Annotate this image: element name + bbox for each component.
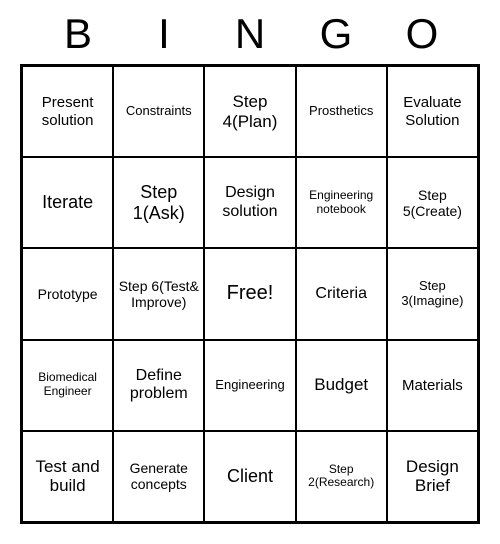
bingo-cell[interactable]: Budget	[296, 340, 387, 431]
bingo-cell[interactable]: Step 1(Ask)	[113, 157, 204, 248]
bingo-cell[interactable]: Step 6(Test& Improve)	[113, 248, 204, 339]
bingo-cell[interactable]: Define problem	[113, 340, 204, 431]
bingo-cell[interactable]: Materials	[387, 340, 478, 431]
bingo-cell[interactable]: Engineering	[204, 340, 295, 431]
bingo-cell[interactable]: Evaluate Solution	[387, 66, 478, 157]
bingo-cell[interactable]: Client	[204, 431, 295, 522]
header-letter-i: I	[134, 10, 194, 58]
bingo-cell[interactable]: Constraints	[113, 66, 204, 157]
bingo-cell-free[interactable]: Free!	[204, 248, 295, 339]
bingo-cell[interactable]: Step 2(Research)	[296, 431, 387, 522]
bingo-cell[interactable]: Criteria	[296, 248, 387, 339]
bingo-cell[interactable]: Generate concepts	[113, 431, 204, 522]
header-letter-n: N	[220, 10, 280, 58]
bingo-cell[interactable]: Design solution	[204, 157, 295, 248]
bingo-grid: Present solutionConstraintsStep 4(Plan)P…	[20, 64, 480, 524]
bingo-cell[interactable]: Prosthetics	[296, 66, 387, 157]
header-letter-o: O	[392, 10, 452, 58]
header-letter-b: B	[48, 10, 108, 58]
bingo-cell[interactable]: Iterate	[22, 157, 113, 248]
bingo-cell[interactable]: Step 5(Create)	[387, 157, 478, 248]
bingo-cell[interactable]: Biomedical Engineer	[22, 340, 113, 431]
bingo-header: B I N G O	[30, 10, 470, 58]
header-letter-g: G	[306, 10, 366, 58]
bingo-cell[interactable]: Present solution	[22, 66, 113, 157]
bingo-cell[interactable]: Step 3(Imagine)	[387, 248, 478, 339]
bingo-cell[interactable]: Design Brief	[387, 431, 478, 522]
bingo-cell[interactable]: Step 4(Plan)	[204, 66, 295, 157]
bingo-cell[interactable]: Test and build	[22, 431, 113, 522]
bingo-cell[interactable]: Engineering notebook	[296, 157, 387, 248]
bingo-cell[interactable]: Prototype	[22, 248, 113, 339]
